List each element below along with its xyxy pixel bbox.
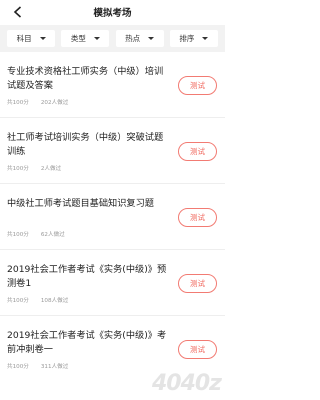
exam-score: 共100分: [7, 166, 29, 172]
filter-label: 热点: [125, 34, 141, 43]
exam-card[interactable]: 社工师考试培训实务（中级）突破试题训练 共100分 2人做过 测试: [0, 118, 225, 184]
test-button[interactable]: 测试: [178, 76, 217, 95]
caret-down-icon: [93, 37, 100, 40]
filter-label: 科目: [16, 34, 32, 43]
exam-meta: 共100分 311人做过: [7, 362, 80, 370]
test-button[interactable]: 测试: [178, 142, 217, 161]
exam-meta: 共100分 108人做过: [7, 296, 80, 304]
exam-score: 共100分: [7, 364, 29, 370]
caret-down-icon: [148, 37, 155, 40]
exam-count: 2人做过: [40, 166, 62, 172]
exam-score: 共100分: [7, 100, 29, 106]
exam-count: 202人做过: [40, 100, 69, 106]
exam-title: 专业技术资格社工师实务（中级）培训试题及答案: [7, 66, 164, 91]
exam-count: 108人做过: [40, 298, 69, 304]
page-title: 模拟考场: [93, 8, 132, 19]
caret-down-icon: [39, 37, 46, 40]
exam-card[interactable]: 专业技术资格社工师实务（中级）培训试题及答案 共100分 202人做过 测试: [0, 52, 225, 118]
filter-label: 类型: [70, 34, 86, 43]
exam-card[interactable]: 中级社工师考试题目基础知识复习题 共100分 62人做过 测试: [0, 184, 225, 250]
exam-title: 2019社会工作者考试《实务(中级)》考前冲刺卷一: [7, 330, 167, 355]
exam-meta: 共100分 2人做过: [7, 164, 73, 172]
test-button[interactable]: 测试: [178, 208, 217, 227]
exam-score: 共100分: [7, 298, 29, 304]
filter-subject[interactable]: 科目: [7, 30, 56, 47]
exam-score: 共100分: [7, 232, 29, 238]
exam-title: 社工师考试培训实务（中级）突破试题训练: [7, 132, 164, 157]
test-button[interactable]: 测试: [178, 340, 217, 359]
exam-title: 中级社工师考试题目基础知识复习题: [7, 198, 154, 209]
header: 模拟考场: [0, 0, 225, 25]
filter-bar: 科目 类型 热点 排序: [0, 25, 225, 52]
exam-card[interactable]: 2019社会工作者考试《实务(中级)》预测卷1 共100分 108人做过 测试: [0, 250, 225, 316]
exam-count: 62人做过: [40, 232, 65, 238]
exam-title: 2019社会工作者考试《实务(中级)》预测卷1: [7, 264, 167, 289]
filter-type[interactable]: 类型: [61, 30, 110, 47]
filter-sort[interactable]: 排序: [169, 30, 218, 47]
site-watermark: 4040z: [151, 371, 222, 396]
exam-count: 311人做过: [40, 364, 69, 370]
filter-hot[interactable]: 热点: [115, 30, 164, 47]
test-button[interactable]: 测试: [178, 274, 217, 293]
exam-meta: 共100分 62人做过: [7, 230, 77, 238]
caret-down-icon: [202, 37, 209, 40]
exam-meta: 共100分 202人做过: [7, 98, 80, 106]
filter-label: 排序: [179, 34, 195, 43]
